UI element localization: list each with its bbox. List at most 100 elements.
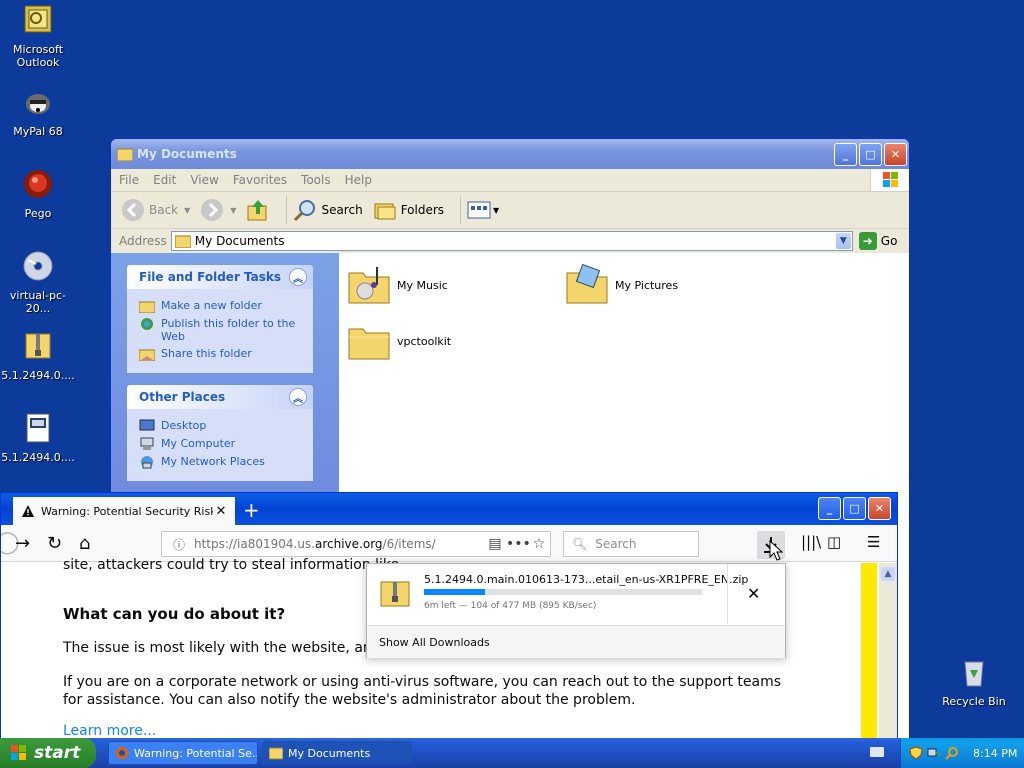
- info-icon[interactable]: ⓘ: [170, 536, 188, 553]
- up-folder-button[interactable]: [246, 198, 270, 222]
- close-button[interactable]: ✕: [884, 142, 907, 166]
- search-placeholder: Search: [595, 537, 637, 551]
- search-label: Search: [321, 203, 363, 217]
- panel-separator: [727, 564, 728, 624]
- desktop-icon-recycle-bin[interactable]: Recycle Bin: [934, 656, 1014, 708]
- desktop-icon-label: MyPal 68: [13, 125, 63, 138]
- folder-my-pictures[interactable]: My Pictures: [565, 263, 678, 307]
- url-bar[interactable]: ⓘ https://ia801904.us.archive.org/6/item…: [161, 531, 551, 557]
- page-actions-icon[interactable]: •••: [506, 536, 531, 552]
- cancel-download-icon[interactable]: ✕: [747, 584, 760, 603]
- learn-more-link[interactable]: Learn more...: [63, 723, 156, 739]
- folders-button[interactable]: Folders: [373, 198, 444, 222]
- network-icon: [141, 456, 153, 469]
- place-desktop[interactable]: Desktop: [139, 419, 303, 433]
- maximize-button[interactable]: □: [859, 142, 882, 166]
- search-button[interactable]: Search: [293, 198, 363, 222]
- bookmark-star-icon[interactable]: ☆: [528, 536, 550, 552]
- warning-icon: [22, 505, 34, 517]
- task-link-label: Share this folder: [161, 347, 252, 360]
- up-folder-icon: [247, 200, 267, 221]
- go-label: Go: [880, 234, 898, 248]
- desktop-icon-exe[interactable]: 5.1.2494.0....: [0, 412, 78, 464]
- forward-icon[interactable]: →: [15, 533, 30, 554]
- task-share-folder[interactable]: Share this folder: [139, 347, 303, 361]
- desktop-icon-pego[interactable]: Pego: [0, 168, 78, 220]
- menu-help[interactable]: Help: [345, 173, 372, 187]
- task-make-new-folder[interactable]: Make a new folder: [139, 299, 303, 313]
- toolbar-separator: [460, 196, 462, 224]
- tab-security-warning[interactable]: Warning: Potential Security Risk Ah ✕: [13, 497, 235, 525]
- go-arrow-icon: ➜: [858, 232, 877, 250]
- address-input[interactable]: My Documents ▼: [170, 231, 853, 251]
- security-shield-icon[interactable]: [909, 746, 923, 760]
- folder-icon: [117, 148, 133, 161]
- minimize-button[interactable]: _: [818, 497, 841, 520]
- music-folder-icon: [348, 267, 390, 304]
- views-button[interactable]: ▼: [467, 200, 499, 220]
- clock: 8:14 PM: [973, 746, 1018, 760]
- library-icon[interactable]: |||\: [801, 533, 821, 551]
- folder-my-music[interactable]: My Music: [347, 263, 448, 307]
- menu-edit[interactable]: Edit: [153, 173, 176, 187]
- reader-view-icon[interactable]: ▤: [484, 536, 506, 552]
- pego-icon: [24, 170, 52, 198]
- menu-favorites[interactable]: Favorites: [233, 173, 287, 187]
- explorer-titlebar[interactable]: My Documents _ □ ✕: [111, 139, 909, 169]
- taskbar-button-firefox[interactable]: Warning: Potential Se...: [108, 741, 258, 765]
- taskbar-button-my-documents[interactable]: My Documents: [262, 741, 412, 765]
- forward-button[interactable]: ▼: [200, 198, 236, 222]
- firefox-titlebar[interactable]: Warning: Potential Security Risk Ah ✕ + …: [1, 493, 897, 525]
- folder-label: vpctoolkit: [397, 334, 452, 348]
- home-icon[interactable]: ⌂: [79, 533, 90, 554]
- minimize-button[interactable]: _: [834, 142, 857, 166]
- close-button[interactable]: ✕: [868, 497, 891, 520]
- go-button[interactable]: ➜ Go: [858, 232, 898, 250]
- desktop-icon-outlook[interactable]: Microsoft Outlook: [0, 4, 78, 69]
- download-progress-fill: [424, 589, 486, 595]
- keyboard-icon[interactable]: [870, 747, 884, 757]
- maximize-button[interactable]: □: [843, 497, 866, 520]
- chevron-down-icon: ▼: [839, 236, 847, 246]
- tab-close-icon[interactable]: ✕: [213, 504, 229, 519]
- download-filename[interactable]: 5.1.2494.0.main.010613-173...etail_en-us…: [424, 573, 748, 586]
- place-my-network-places[interactable]: My Network Places: [139, 455, 303, 469]
- desktop-icon-zip[interactable]: 5.1.2494.0....: [0, 330, 78, 382]
- desktop-icon-virtual-pc[interactable]: virtual-pc-20...: [0, 250, 78, 315]
- new-tab-button[interactable]: +: [243, 498, 260, 522]
- content-paragraph: If you are on a corporate network or usi…: [63, 674, 782, 708]
- place-my-computer[interactable]: My Computer: [139, 437, 303, 451]
- task-publish-folder[interactable]: Publish this folder to the Web: [139, 317, 303, 343]
- collapse-chevron-icon[interactable]: ︽: [289, 388, 307, 406]
- desktop-icon-mypal[interactable]: MyPal 68: [0, 86, 78, 138]
- search-input[interactable]: 🔍︎ Search: [563, 531, 699, 557]
- computer-icon: [140, 437, 154, 450]
- pictures-folder-icon: [566, 263, 608, 304]
- minimize-icon: _: [842, 147, 849, 161]
- folder-vpctoolkit[interactable]: vpctoolkit: [347, 319, 451, 363]
- address-dropdown-button[interactable]: ▼: [835, 233, 851, 249]
- reload-icon[interactable]: ↻: [47, 533, 62, 554]
- file-folder-tasks-header[interactable]: File and Folder Tasks ︽: [127, 265, 313, 289]
- file-folder-tasks-list: Make a new folder Publish this folder to…: [127, 289, 313, 373]
- other-places-header[interactable]: Other Places ︽: [127, 385, 313, 409]
- address-label: Address: [119, 234, 167, 248]
- hamburger-menu-icon[interactable]: ☰: [867, 533, 880, 551]
- menu-view[interactable]: View: [190, 173, 218, 187]
- place-label: My Computer: [161, 437, 236, 450]
- show-all-downloads-button[interactable]: Show All Downloads: [367, 625, 785, 658]
- vertical-scrollbar[interactable]: ▲: [879, 563, 897, 739]
- network-tray-icon[interactable]: [927, 746, 941, 760]
- start-button[interactable]: start: [0, 738, 96, 768]
- cd-icon: [23, 251, 53, 281]
- search-tray-icon[interactable]: [945, 746, 959, 760]
- sidebar-icon[interactable]: ◫: [827, 533, 841, 551]
- menu-tools[interactable]: Tools: [301, 173, 331, 187]
- scroll-up-icon[interactable]: ▲: [881, 567, 895, 581]
- show-all-downloads-label: Show All Downloads: [379, 635, 490, 649]
- back-button[interactable]: Back ▼: [121, 198, 190, 222]
- other-places-panel: Other Places ︽ Desktop My Computer My Ne…: [127, 385, 313, 481]
- taskbar: start Warning: Potential Se... My Docume…: [0, 738, 1024, 768]
- collapse-chevron-icon[interactable]: ︽: [289, 268, 307, 286]
- menu-file[interactable]: File: [119, 173, 139, 187]
